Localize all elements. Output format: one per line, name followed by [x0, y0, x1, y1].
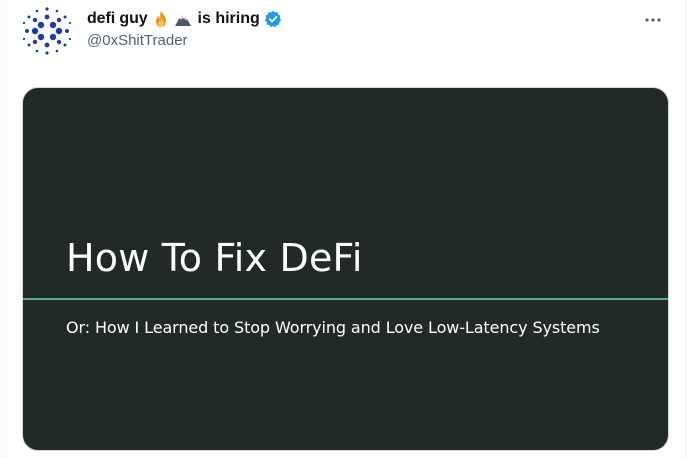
display-name[interactable]: defi guy — [87, 10, 148, 28]
author-name-row[interactable]: defi guy is hiring — [87, 8, 282, 30]
fire-emoji — [152, 10, 170, 28]
avatar[interactable] — [21, 5, 73, 57]
verified-badge-icon — [264, 10, 282, 28]
author-handle[interactable]: @0xShitTrader — [87, 32, 188, 49]
slide-title: How To Fix DeFi — [66, 236, 363, 280]
slide-divider — [23, 298, 668, 300]
cardano-logo-icon — [22, 7, 72, 55]
slide-subtitle: Or: How I Learned to Stop Worrying and L… — [66, 318, 600, 337]
name-suffix[interactable]: is hiring — [198, 10, 260, 28]
tweet-media-image[interactable]: How To Fix DeFi Or: How I Learned to Sto… — [22, 87, 669, 451]
more-horizontal-icon — [645, 18, 661, 22]
mountain-emoji — [174, 10, 192, 28]
more-options-button[interactable] — [639, 6, 667, 34]
tweet-card: defi guy is hiring @0xShitTrader How To … — [1, 0, 686, 458]
